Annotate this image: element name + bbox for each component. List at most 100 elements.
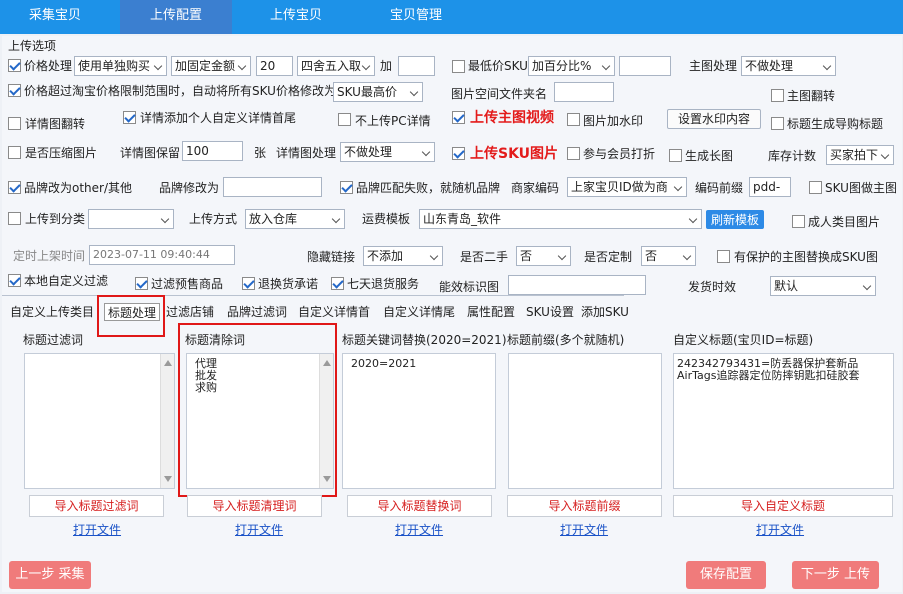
rounding-select[interactable]: 四舍五入取 — [297, 56, 375, 76]
stock-select[interactable]: 买家拍下 — [826, 145, 894, 165]
stock-label: 库存计数 — [768, 149, 817, 163]
min-price-label: 最低价SKU — [468, 59, 528, 73]
hide-link-select[interactable]: 不添加 — [363, 246, 443, 266]
main-video-checkbox[interactable] — [452, 111, 465, 124]
long-img-checkbox[interactable] — [669, 149, 682, 162]
brand-random-label: 品牌匹配失败，就随机品牌 — [356, 181, 501, 195]
price-limit-select[interactable]: SKU最高价 — [333, 82, 423, 102]
keep-input[interactable]: 100 — [182, 141, 243, 161]
merchant-code-select[interactable]: 上家宝贝ID做为商 — [567, 177, 687, 197]
second-hand-select[interactable]: 否 — [516, 246, 571, 266]
tab-upload-items[interactable]: 上传宝贝 — [240, 0, 352, 34]
hide-link-label: 隐藏链接 — [307, 250, 356, 264]
presale-checkbox[interactable] — [135, 277, 148, 290]
brand-other-checkbox[interactable] — [8, 181, 21, 194]
fixed-mode-select[interactable]: 加固定金额 — [171, 56, 251, 76]
upload-cat-select[interactable] — [88, 209, 174, 229]
add-input[interactable] — [398, 56, 435, 76]
seven-day-checkbox[interactable] — [331, 277, 344, 290]
add-detail-checkbox[interactable] — [123, 111, 136, 124]
next-step-button[interactable]: 下一步 上传 — [792, 561, 879, 589]
brand-random-checkbox[interactable] — [340, 181, 353, 194]
col-replace-title: 标题关键词替换(2020=2021) — [342, 333, 507, 347]
divider — [2, 295, 624, 296]
price-process-checkbox[interactable] — [8, 59, 21, 72]
brand-input[interactable] — [223, 177, 322, 197]
keep-label: 详情图保留 — [120, 146, 181, 160]
subtab-sku-settings[interactable]: SKU设置 — [526, 303, 574, 321]
price-mode-select[interactable]: 使用单独购买 — [74, 56, 167, 76]
col-prefix-title: 标题前缀(多个就随机) — [507, 333, 625, 347]
custom-title-textarea[interactable]: 242342793431=防丢器保护套新品 AirTags追踪器定位防摔钥匙扣硅… — [673, 353, 894, 489]
import-filter-button[interactable]: 导入标题过滤词 — [29, 495, 164, 517]
presale-label: 过滤预售商品 — [151, 277, 224, 291]
adult-checkbox[interactable] — [792, 215, 805, 228]
protect-checkbox[interactable] — [717, 250, 730, 263]
open-file-link[interactable]: 打开文件 — [235, 521, 283, 538]
main-flip-checkbox[interactable] — [771, 89, 784, 102]
sku-img-checkbox[interactable] — [452, 147, 465, 160]
prev-step-button[interactable]: 上一步 采集 — [9, 561, 91, 589]
folder-input[interactable] — [554, 82, 614, 102]
subtab-add-sku[interactable]: 添加SKU — [581, 303, 629, 321]
second-hand-label: 是否二手 — [460, 250, 509, 264]
main-img-select[interactable]: 不做处理 — [741, 56, 836, 76]
title-guide-checkbox[interactable] — [771, 117, 784, 130]
energy-input[interactable] — [508, 275, 646, 295]
import-custom-title-button[interactable]: 导入自定义标题 — [673, 495, 893, 517]
open-file-link[interactable]: 打开文件 — [73, 521, 121, 538]
open-file-link[interactable]: 打开文件 — [560, 521, 608, 538]
subtab-custom-category[interactable]: 自定义上传类目 — [10, 303, 94, 321]
watermark-checkbox[interactable] — [567, 113, 580, 126]
tab-upload-config[interactable]: 上传配置 — [120, 0, 232, 34]
freight-select[interactable]: 山东青岛_软件 — [419, 209, 702, 229]
refresh-template-button[interactable]: 刷新模板 — [706, 210, 764, 229]
no-pc-checkbox[interactable] — [338, 113, 351, 126]
code-prefix-label: 编码前缀 — [695, 181, 744, 195]
subtab-detail-head[interactable]: 自定义详情首 — [298, 303, 370, 321]
tab-collect[interactable]: 采集宝贝 — [0, 0, 110, 34]
filter-words-textarea[interactable] — [24, 353, 175, 489]
prefix-textarea[interactable] — [508, 353, 662, 489]
detail-flip-checkbox[interactable] — [8, 117, 21, 130]
code-prefix-input[interactable]: pdd- — [749, 177, 791, 197]
subtab-detail-tail[interactable]: 自定义详情尾 — [383, 303, 455, 321]
adult-label: 成人类目图片 — [808, 215, 881, 229]
import-prefix-button[interactable]: 导入标题前缀 — [507, 495, 662, 517]
brand-change-label: 品牌修改为 — [159, 181, 220, 195]
refund-checkbox[interactable] — [242, 277, 255, 290]
percent-input[interactable] — [619, 56, 671, 76]
open-file-link[interactable]: 打开文件 — [756, 521, 804, 538]
ship-time-label: 发货时效 — [688, 280, 737, 294]
custom-label: 是否定制 — [584, 250, 633, 264]
datetime-input[interactable]: 2023-07-11 09:40:44 — [89, 245, 235, 265]
upload-cat-checkbox[interactable] — [8, 212, 21, 225]
subtab-attr-config[interactable]: 属性配置 — [467, 303, 515, 321]
sku-main-checkbox[interactable] — [809, 181, 822, 194]
import-replace-button[interactable]: 导入标题替换词 — [347, 495, 492, 517]
brand-other-label: 品牌改为other/其他 — [24, 181, 133, 195]
ship-time-select[interactable]: 默认 — [770, 276, 876, 296]
save-config-button[interactable]: 保存配置 — [686, 561, 766, 589]
subtab-filter-shop[interactable]: 过滤店铺 — [166, 303, 214, 321]
open-file-link[interactable]: 打开文件 — [395, 521, 443, 538]
price-limit-checkbox[interactable] — [8, 84, 21, 97]
amount-input[interactable]: 20 — [256, 56, 293, 76]
subtab-brand-filter[interactable]: 品牌过滤词 — [227, 303, 287, 321]
set-watermark-button[interactable]: 设置水印内容 — [667, 109, 761, 129]
custom-select[interactable]: 否 — [641, 246, 696, 266]
tab-item-manage[interactable]: 宝贝管理 — [360, 0, 472, 34]
local-filter-checkbox[interactable] — [8, 274, 21, 287]
detail-proc-select[interactable]: 不做处理 — [340, 142, 435, 162]
compress-checkbox[interactable] — [8, 146, 21, 159]
add-detail-label: 详情添加个人自定义详情首尾 — [140, 111, 297, 125]
merchant-code-label: 商家编码 — [511, 181, 560, 195]
add-label: 加 — [380, 59, 393, 73]
import-clear-button[interactable]: 导入标题清理词 — [187, 495, 322, 517]
method-select[interactable]: 放入仓库 — [245, 209, 345, 229]
unit-label: 张 — [254, 146, 267, 160]
replace-words-textarea[interactable]: 2020=2021 — [342, 353, 496, 489]
percent-select[interactable]: 加百分比% — [528, 56, 615, 76]
vip-checkbox[interactable] — [567, 147, 580, 160]
min-price-checkbox[interactable] — [452, 60, 465, 73]
